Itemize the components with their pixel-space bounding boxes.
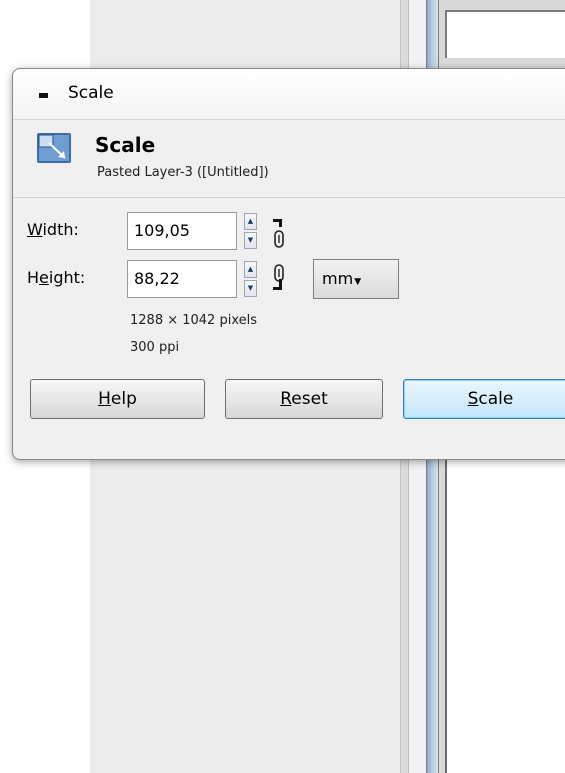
width-input[interactable]: 109,05 xyxy=(127,212,237,250)
width-decrement: ▼ xyxy=(244,232,257,249)
width-spin-arrows-icon[interactable]: ▲ ▼ xyxy=(244,213,259,251)
window-menu-icon[interactable] xyxy=(39,93,48,98)
height-increment: ▲ xyxy=(244,261,257,278)
unit-dropdown[interactable]: mm ▼ xyxy=(313,259,399,299)
dropdown-arrow-icon: ▼ xyxy=(354,277,362,287)
width-increment: ▲ xyxy=(244,213,257,230)
width-label-rest: idth: xyxy=(42,220,79,239)
header-subtitle: Pasted Layer-3 ([Untitled]) xyxy=(97,165,269,180)
header-title: Scale xyxy=(95,133,156,157)
background-canvas-top xyxy=(445,10,565,58)
height-decrement: ▼ xyxy=(244,280,257,297)
chain-bracket-top-v xyxy=(279,219,282,227)
dialog-header: Scale Pasted Layer-3 ([Untitled]) xyxy=(13,119,565,198)
chain-bracket-bottom xyxy=(273,287,282,290)
resolution-info: 300 ppi xyxy=(130,340,180,355)
height-spin-arrows-icon[interactable]: ▲ ▼ xyxy=(244,261,259,299)
reset-button[interactable]: Reset xyxy=(225,379,383,419)
unit-value: mm xyxy=(322,269,354,288)
width-label: Width: xyxy=(27,220,79,239)
height-label: Height: xyxy=(27,268,86,287)
help-button[interactable]: Help xyxy=(30,379,205,419)
scale-dialog: Scale Scale Pasted Layer-3 ([Untitled]) … xyxy=(12,68,565,460)
pixel-size-info: 1288 × 1042 pixels xyxy=(130,313,257,328)
dialog-titlebar[interactable]: Scale xyxy=(13,69,565,120)
scale-tool-icon xyxy=(37,133,71,163)
scale-button[interactable]: Scale xyxy=(403,379,565,419)
background-canvas-bottom xyxy=(445,440,565,773)
window-title: Scale xyxy=(68,83,114,103)
height-input[interactable]: 88,22 xyxy=(127,260,237,298)
